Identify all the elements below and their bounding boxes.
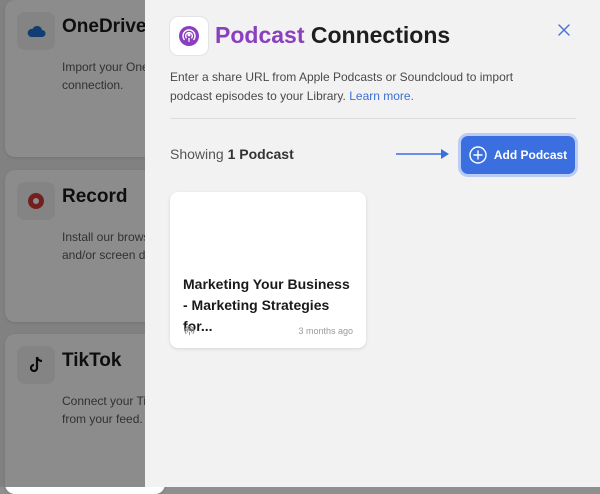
add-podcast-button[interactable]: Add Podcast [461, 136, 575, 174]
podcast-card-time: 3 months ago [298, 326, 353, 336]
podcast-small-icon [184, 325, 195, 336]
intro-text: Enter a share URL from Apple Podcasts or… [170, 70, 514, 103]
podcast-card[interactable]: Marketing Your Business - Marketing Stra… [170, 192, 366, 348]
podcast-icon [179, 26, 199, 46]
drawer-title-accent: Podcast [215, 22, 305, 48]
podcast-logo [170, 17, 208, 55]
add-podcast-label: Add Podcast [493, 148, 568, 162]
showing-prefix: Showing [170, 146, 228, 162]
drawer-title-rest: Connections [304, 22, 451, 48]
arrow-right-icon [396, 149, 449, 159]
podcast-count: Showing 1 Podcast [170, 146, 294, 162]
close-icon [558, 24, 570, 36]
divider [170, 118, 576, 119]
showing-count: 1 Podcast [227, 146, 294, 162]
close-button[interactable] [556, 22, 572, 38]
plus-circle-icon [469, 146, 487, 164]
drawer-title: Podcast Connections [215, 22, 450, 49]
drawer-description: Enter a share URL from Apple Podcasts or… [170, 68, 530, 106]
podcast-connections-drawer: Podcast Connections Enter a share URL fr… [145, 0, 600, 487]
learn-more-link[interactable]: Learn more. [349, 89, 414, 103]
